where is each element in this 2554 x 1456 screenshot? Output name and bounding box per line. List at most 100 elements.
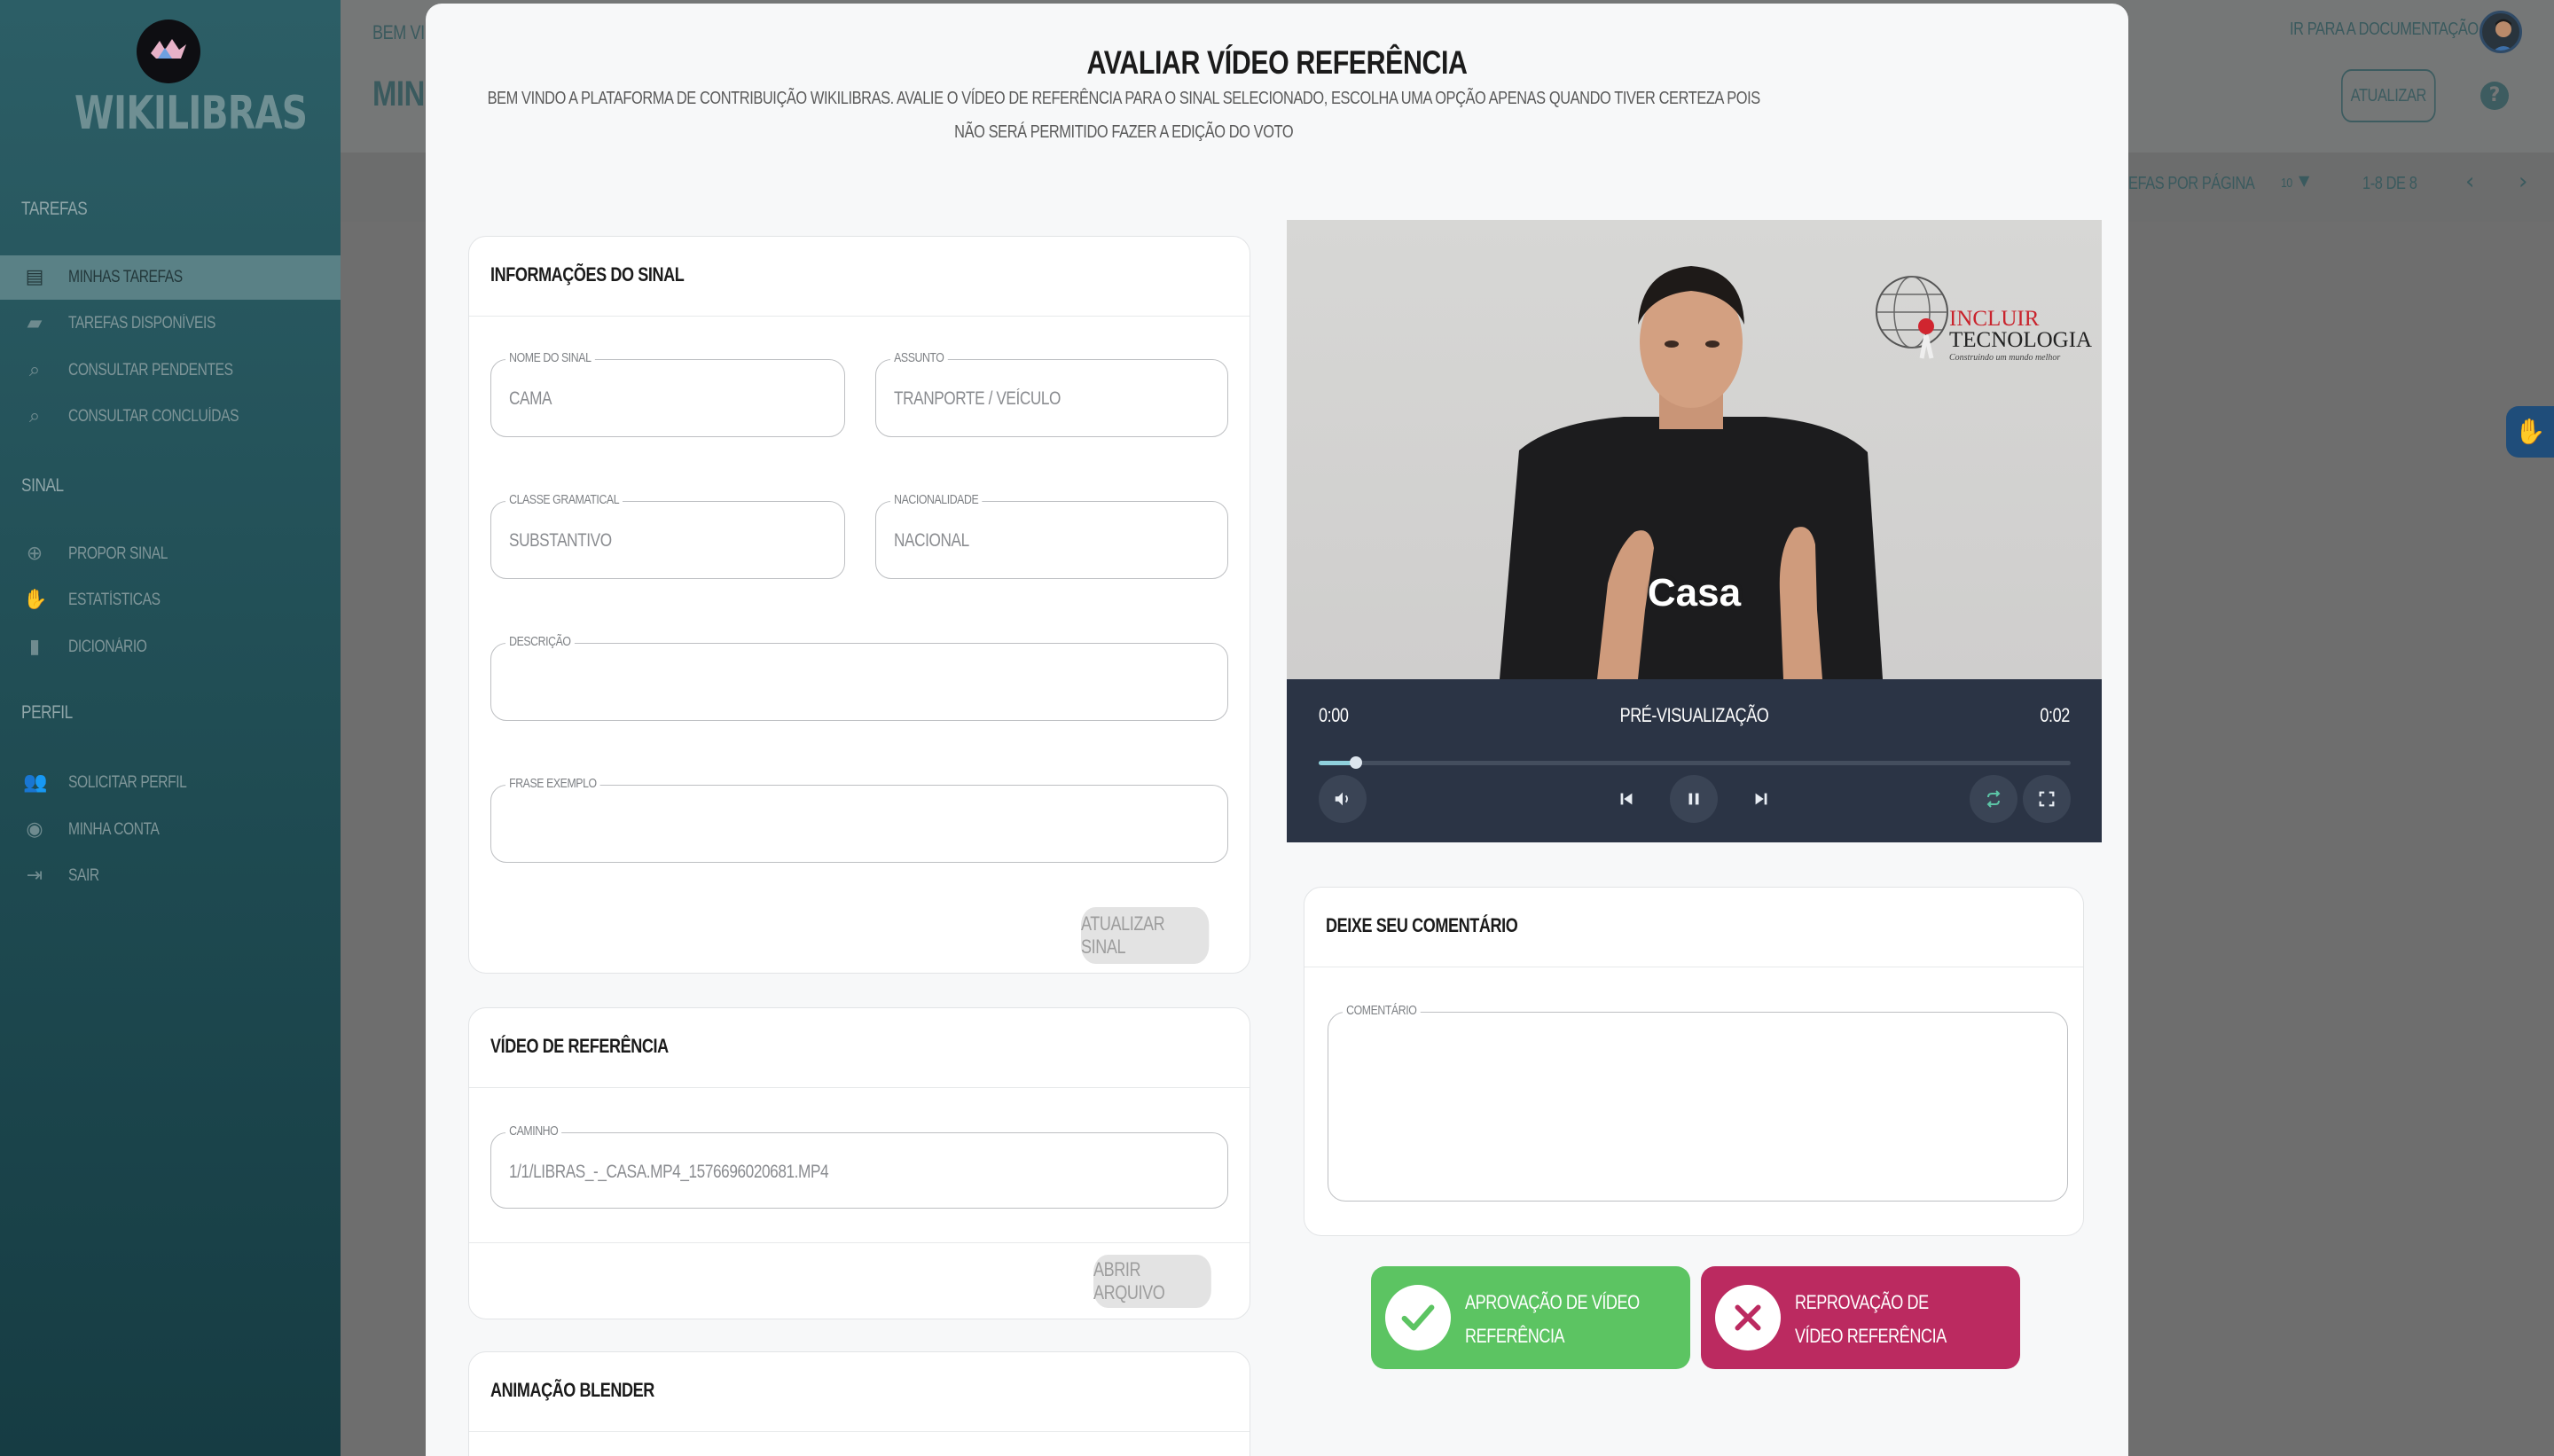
check-icon [1385,1285,1451,1350]
fullscreen-icon[interactable] [2023,775,2071,823]
documentation-link[interactable]: IR PARA A DOCUMENTAÇÃO [2290,20,2479,40]
example-sentence-field[interactable]: FRASE EXEMPLO [490,776,1228,863]
next-page-icon[interactable]: › [2519,168,2527,195]
grammatical-class-field[interactable]: CLASSE GRAMATICAL SUBSTANTIVO [490,492,845,579]
close-icon [1715,1285,1781,1350]
field-value: SUBSTANTIVO [509,530,612,551]
comment-card: DEIXE SEU COMENTÁRIO COMENTÁRIO [1304,887,2084,1236]
field-label: FRASE EXEMPLO [505,776,600,791]
sidebar-item-minhas-tarefas[interactable]: ▤ MINHAS TAREFAS [0,255,341,300]
prev-page-icon[interactable]: ‹ [2465,168,2474,195]
time-current: 0:00 [1319,704,1349,726]
approve-label: APROVAÇÃO DE VÍDEO REFERÊNCIA [1465,1291,1640,1347]
time-total: 0:02 [2040,704,2071,726]
section-tarefas: TAREFAS [21,199,88,219]
sidebar-item-consultar-concluidas[interactable]: ⌕ CONSULTAR CONCLUÍDAS [0,395,341,439]
video-player[interactable]: INCLUIR TECNOLOGIA Construindo um mundo … [1287,220,2102,842]
logo-line2: TECNOLOGIA [1949,328,2093,352]
reference-video-header: VÍDEO DE REFERÊNCIA [469,1008,1250,1088]
loop-icon[interactable] [1970,775,2017,823]
next-icon[interactable] [1737,775,1785,823]
search-image-icon: ⌕ [28,405,41,427]
folder-add-icon: ▰ [27,312,43,334]
vlibras-hand-icon[interactable]: ✋ [2506,406,2554,458]
sidebar-item-label: CONSULTAR PENDENTES [68,361,233,380]
modal-subtitle-line1: BEM VINDO A PLATAFORMA DE CONTRIBUIÇÃO W… [487,89,1761,108]
sidebar-item-sair[interactable]: ⇥ SAIR [0,854,341,898]
people-icon: 👥 [23,771,48,794]
sidebar-item-estatisticas[interactable]: ✋ ESTATÍSTICAS [0,578,341,622]
plus-circle-icon: ⊕ [26,543,43,565]
field-value: 1/1/LIBRAS_-_CASA.MP4_1576696020681.MP4 [509,1162,829,1182]
search-document-icon: ⌕ [28,359,41,381]
approve-video-button[interactable]: APROVAÇÃO DE VÍDEO REFERÊNCIA [1371,1266,1690,1369]
description-field[interactable]: DESCRIÇÃO [490,634,1228,721]
field-label: CLASSE GRAMATICAL [505,492,623,507]
sidebar: WIKILIBRAS TAREFAS ▤ MINHAS TAREFAS ▰ TA… [0,0,341,1456]
sidebar-item-label: MINHAS TAREFAS [68,268,183,286]
evaluate-video-modal: AVALIAR VÍDEO REFERÊNCIA BEM VINDO A PLA… [426,4,2128,1456]
wikilibras-logo [137,20,200,83]
avatar[interactable] [2480,11,2522,53]
logo-text: WIKILIBRAS [74,87,308,140]
pause-icon[interactable] [1670,775,1718,823]
sign-info-title: INFORMAÇÕES DO SINAL [490,263,685,286]
section-sinal: SINAL [21,475,64,496]
book-icon: ▮ [28,636,41,658]
nationality-field[interactable]: NACIONALIDADE NACIONAL [875,492,1228,579]
sidebar-item-minha-conta[interactable]: ◉ MINHA CONTA [0,808,341,852]
sidebar-item-dicionario[interactable]: ▮ DICIONÁRIO [0,625,341,669]
update-button[interactable]: ATUALIZAR [2341,69,2436,122]
sidebar-item-tarefas-disponiveis[interactable]: ▰ TAREFAS DISPONÍVEIS [0,301,341,346]
sign-name-field[interactable]: NOME DO SINAL CAMA [490,350,845,437]
blender-title: ANIMAÇÃO BLENDER [490,1379,654,1401]
update-sign-button[interactable]: ATUALIZAR SINAL [1081,907,1210,964]
volume-icon[interactable] [1319,775,1367,823]
sidebar-item-label: MINHA CONTA [68,820,160,839]
account-circle-icon: ◉ [26,818,43,841]
sidebar-item-label: SOLICITAR PERFIL [68,773,187,792]
sign-info-header: INFORMAÇÕES DO SINAL [469,237,1250,317]
field-label: NOME DO SINAL [505,350,595,365]
modal-title: AVALIAR VÍDEO REFERÊNCIA [1086,44,1468,81]
comment-header: DEIXE SEU COMENTÁRIO [1304,888,2083,967]
per-page-label: EFAS POR PÁGINA [2128,174,2255,193]
reject-video-button[interactable]: REPROVAÇÃO DE VÍDEO REFERÊNCIA [1701,1266,2020,1369]
sidebar-item-label: ESTATÍSTICAS [68,591,161,609]
comment-title: DEIXE SEU COMENTÁRIO [1326,914,1518,936]
sidebar-item-label: DICIONÁRIO [68,638,147,656]
subject-field[interactable]: ASSUNTO TRANPORTE / VEÍCULO [875,350,1228,437]
previous-icon[interactable] [1602,775,1650,823]
section-perfil: PERFIL [21,702,73,723]
sidebar-item-solicitar-perfil[interactable]: 👥 SOLICITAR PERFIL [0,761,341,805]
per-page-select[interactable]: 10 [2281,176,2292,191]
video-caption: Casa [1647,571,1742,614]
preview-label: PRÉ-VISUALIZAÇÃO [1619,704,1769,726]
open-file-button[interactable]: ABRIR ARQUIVO [1093,1255,1211,1308]
reference-video-title: VÍDEO DE REFERÊNCIA [490,1035,669,1057]
blender-header: ANIMAÇÃO BLENDER [469,1352,1250,1432]
welcome-text: BEM VI [372,21,425,43]
sidebar-item-label: TAREFAS DISPONÍVEIS [68,314,215,333]
progress-knob[interactable] [1350,756,1363,769]
video-frame: INCLUIR TECNOLOGIA Construindo um mundo … [1287,220,2102,679]
field-label: DESCRIÇÃO [505,634,575,649]
hand-icon: ✋ [23,589,48,611]
chevron-down-icon[interactable]: ▼ [2299,172,2309,189]
sidebar-item-label: SAIR [68,866,99,885]
field-value: CAMA [509,388,552,409]
comment-label: COMENTÁRIO [1343,1003,1421,1018]
sign-info-card: INFORMAÇÕES DO SINAL NOME DO SINAL CAMA … [468,236,1250,974]
path-field[interactable]: CAMINHO 1/1/LIBRAS_-_CASA.MP4_1576696020… [490,1123,1228,1209]
logout-icon: ⇥ [26,865,43,887]
sidebar-item-propor-sinal[interactable]: ⊕ PROPOR SINAL [0,532,341,576]
comment-textarea[interactable]: COMENTÁRIO [1328,1003,2068,1202]
sidebar-item-consultar-pendentes[interactable]: ⌕ CONSULTAR PENDENTES [0,348,341,393]
help-icon[interactable]: ? [2480,82,2509,110]
sidebar-item-label: PROPOR SINAL [68,544,168,563]
reject-label: REPROVAÇÃO DE VÍDEO REFERÊNCIA [1795,1291,1947,1347]
clipboard-icon: ▤ [25,266,44,288]
blender-animation-card: ANIMAÇÃO BLENDER [468,1351,1250,1456]
progress-bar[interactable] [1319,756,2071,769]
logo-tagline: Construindo um mundo melhor [1949,353,2061,363]
